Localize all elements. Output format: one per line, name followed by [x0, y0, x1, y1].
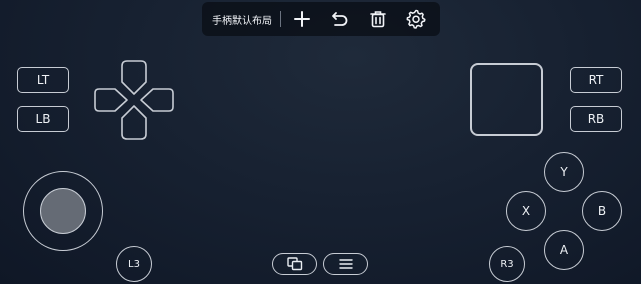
dpad[interactable]	[93, 60, 175, 140]
undo-button[interactable]	[329, 8, 351, 30]
b-label: B	[597, 204, 607, 218]
y-button[interactable]: Y	[544, 152, 584, 192]
rb-button[interactable]: RB	[570, 106, 622, 132]
layout-toolbar: 手柄默认布局	[202, 2, 440, 36]
x-button[interactable]: X	[506, 191, 546, 231]
menu-button[interactable]	[323, 253, 368, 275]
view-button[interactable]	[272, 253, 317, 275]
lt-label: LT	[36, 73, 50, 87]
x-label: X	[521, 204, 531, 218]
trash-icon	[370, 11, 386, 28]
a-label: A	[559, 243, 569, 257]
rb-label: RB	[587, 112, 605, 126]
settings-button[interactable]	[405, 8, 427, 30]
dpad-left[interactable]	[94, 88, 128, 112]
lt-button[interactable]: LT	[17, 67, 69, 93]
menu-icon	[338, 259, 353, 269]
toolbar-divider	[280, 11, 281, 27]
b-button[interactable]: B	[582, 191, 622, 231]
l3-label: L3	[128, 258, 140, 270]
r3-button[interactable]: R3	[489, 246, 525, 282]
gear-icon	[406, 9, 426, 29]
l3-button[interactable]: L3	[116, 246, 152, 282]
rt-button[interactable]: RT	[570, 67, 622, 93]
right-touchpad[interactable]	[470, 63, 543, 136]
plus-icon	[294, 11, 310, 27]
rt-label: RT	[588, 73, 604, 87]
dpad-up[interactable]	[121, 60, 147, 95]
left-joystick-knob[interactable]	[40, 188, 86, 234]
lb-button[interactable]: LB	[17, 106, 69, 132]
view-icon	[286, 257, 302, 271]
r3-label: R3	[500, 258, 514, 270]
delete-button[interactable]	[367, 8, 389, 30]
lb-label: LB	[35, 112, 51, 126]
layout-name-label[interactable]: 手柄默认布局	[212, 12, 272, 27]
dpad-down[interactable]	[121, 105, 147, 140]
undo-icon	[332, 12, 348, 26]
left-joystick[interactable]	[23, 171, 103, 251]
dpad-right[interactable]	[140, 88, 174, 112]
a-button[interactable]: A	[544, 230, 584, 270]
add-button[interactable]	[291, 8, 313, 30]
y-label: Y	[560, 165, 568, 179]
